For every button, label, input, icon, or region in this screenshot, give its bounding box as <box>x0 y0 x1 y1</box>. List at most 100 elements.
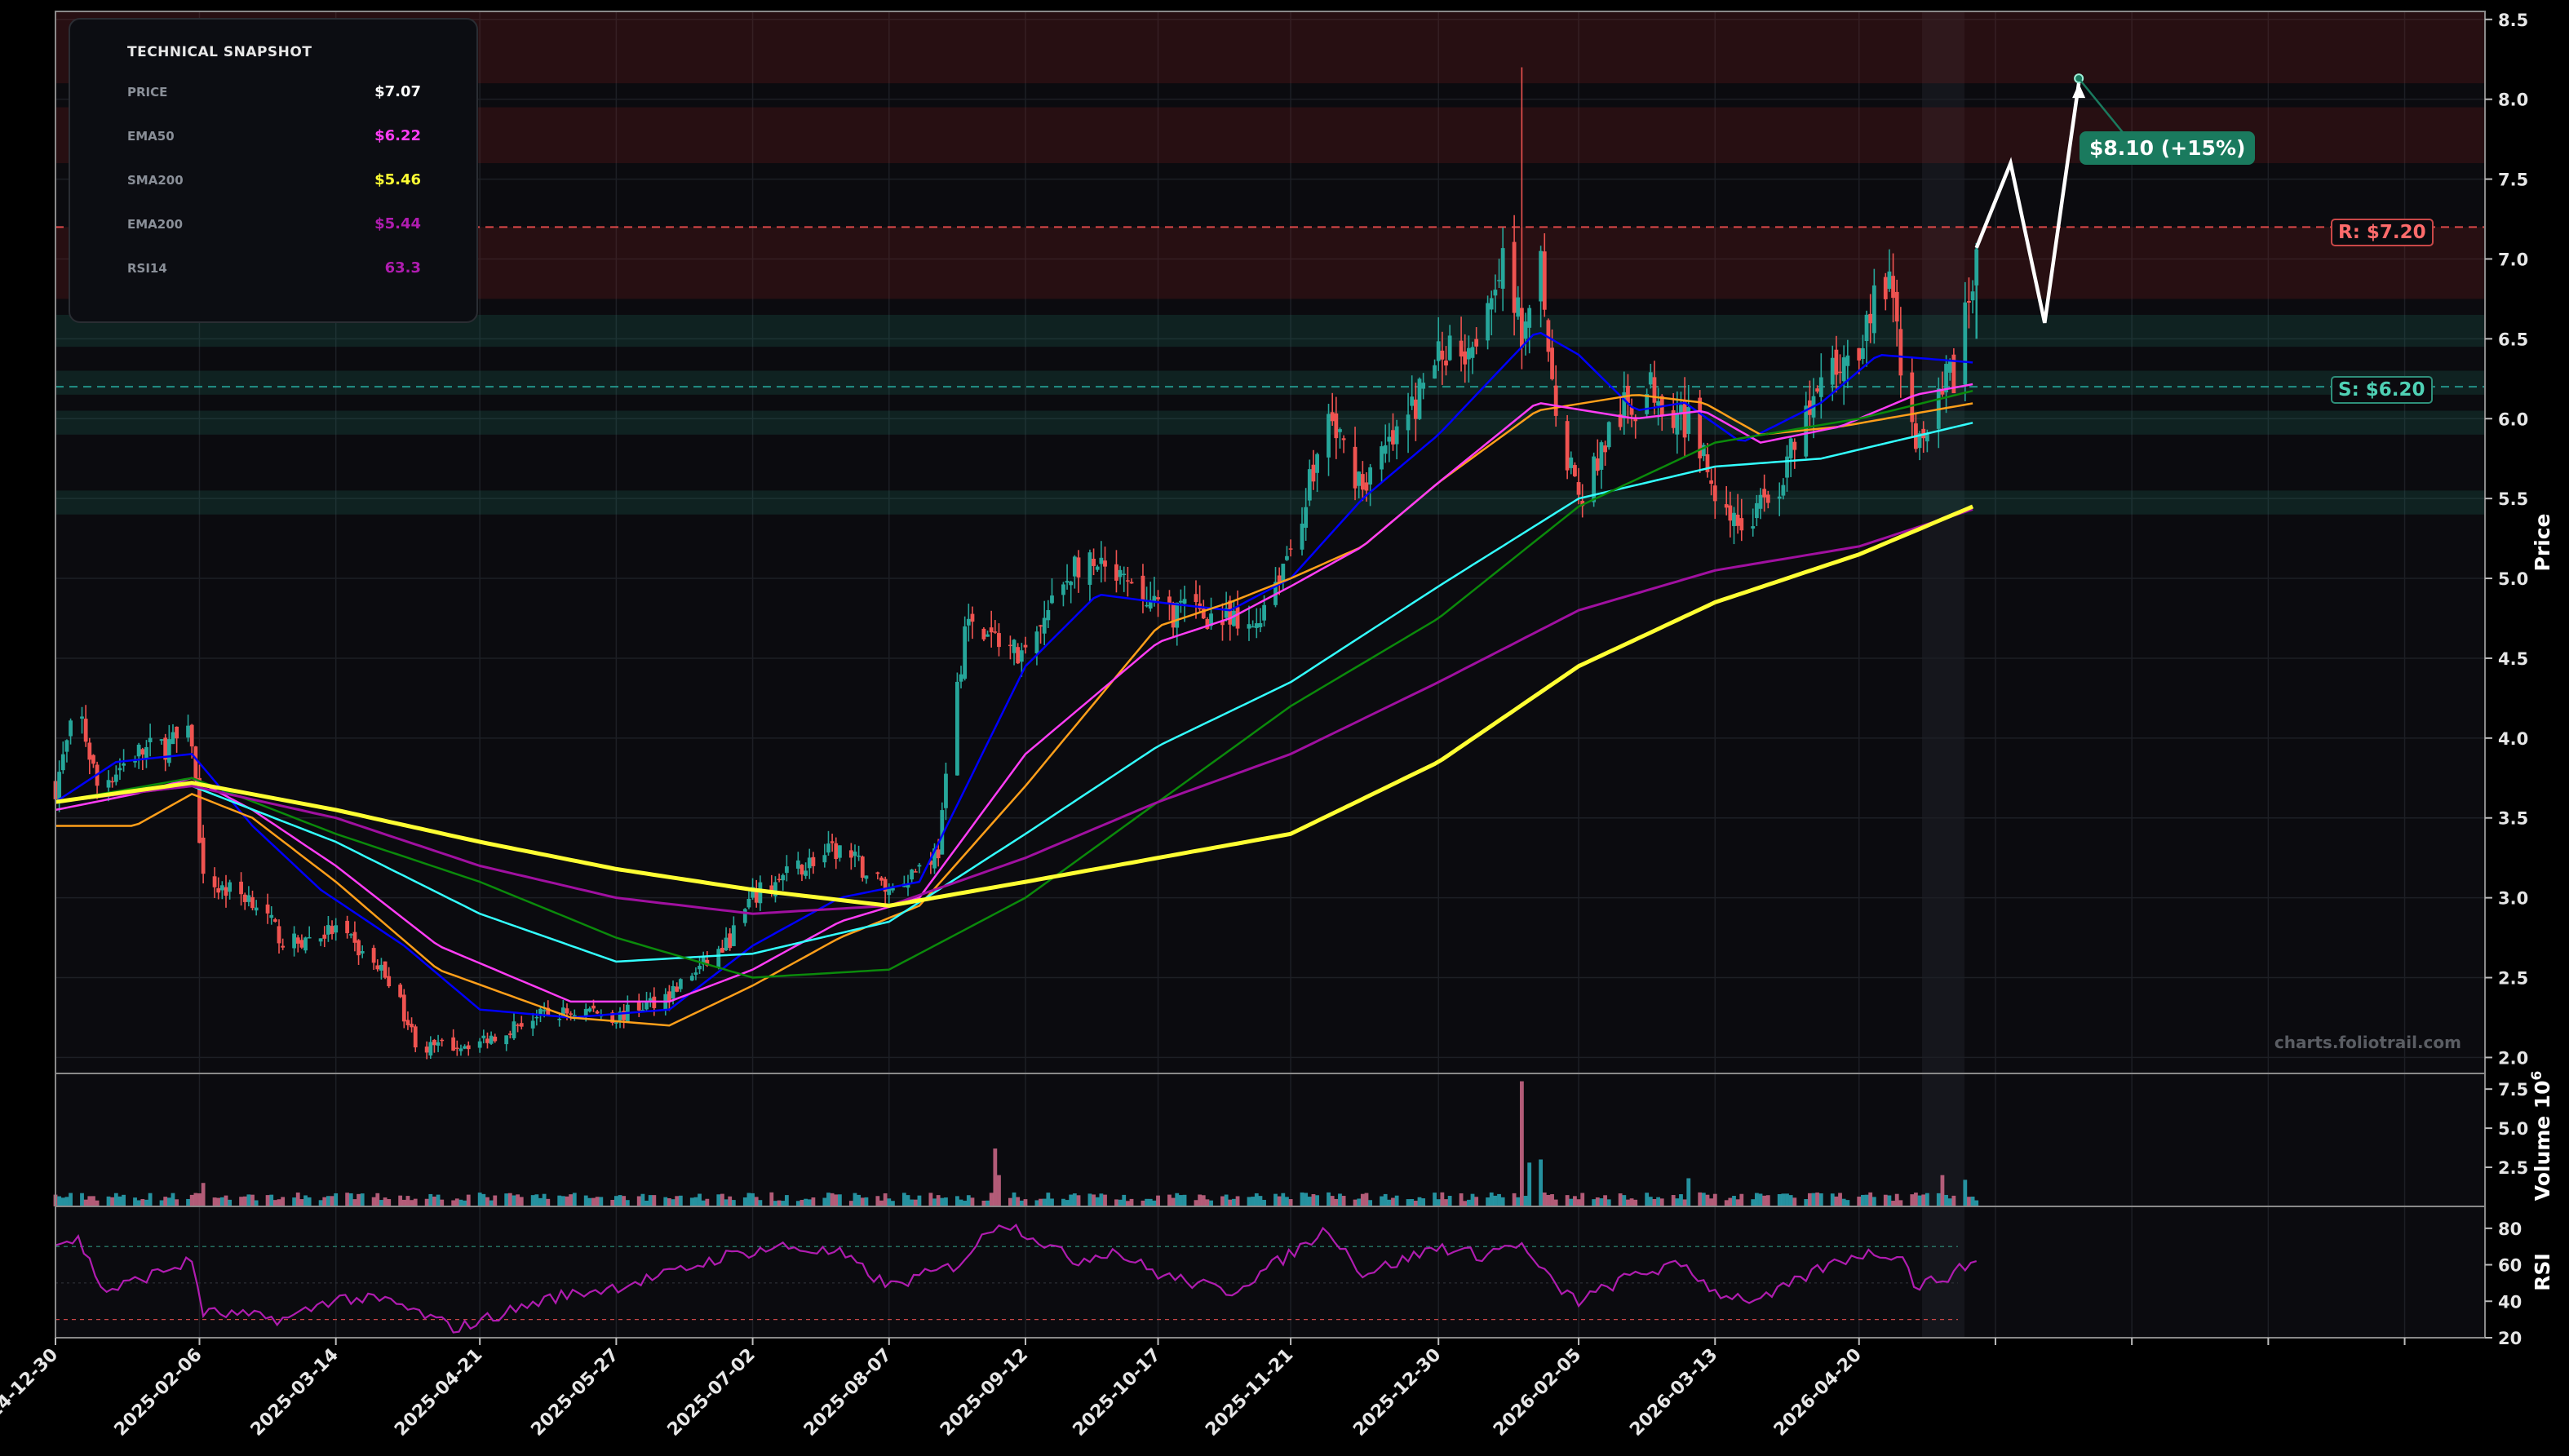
volume-bar <box>1034 1200 1039 1206</box>
volume-bar <box>110 1197 115 1206</box>
volume-bar <box>1368 1200 1373 1206</box>
volume-bar <box>1709 1198 1714 1206</box>
candle-body <box>398 985 403 998</box>
candle-body <box>193 746 198 781</box>
volume-bar <box>1380 1196 1384 1206</box>
snapshot-row-ema200: EMA200 $5.44 <box>127 215 421 238</box>
candle-body <box>1368 467 1373 485</box>
volume-bar <box>250 1194 255 1206</box>
volume-bar <box>163 1197 168 1206</box>
volume-bar <box>1118 1199 1123 1206</box>
candle-body <box>807 857 812 869</box>
candle-body <box>1940 391 1945 395</box>
candle-body <box>87 742 92 760</box>
date-tick-label: 2025-08-07 <box>800 1345 896 1441</box>
candle-body <box>1573 465 1577 476</box>
volume-bar <box>940 1197 945 1206</box>
volume-bar <box>853 1193 857 1206</box>
candle-body <box>1466 347 1471 360</box>
volume-bar <box>1072 1193 1077 1206</box>
candle-body <box>887 888 892 896</box>
volume-bar <box>754 1197 759 1206</box>
volume-bar <box>352 1199 357 1206</box>
price-axis-label: Price <box>2531 514 2554 572</box>
candle-body <box>804 870 808 876</box>
candle-body <box>1330 412 1335 422</box>
volume-bar <box>175 1199 179 1206</box>
volume-bar <box>565 1196 569 1206</box>
volume-bar <box>1652 1199 1657 1206</box>
candle-body <box>781 874 786 881</box>
candle-body <box>1341 438 1346 440</box>
volume-bar <box>1864 1194 1869 1206</box>
volume-bar <box>758 1200 763 1206</box>
volume-bar <box>117 1196 122 1206</box>
date-tick-label: 2026-02-05 <box>1490 1345 1585 1441</box>
candle-body <box>295 937 300 944</box>
candle-body <box>542 1010 547 1011</box>
volume-bar <box>917 1195 922 1206</box>
candle-body <box>565 1008 569 1014</box>
volume-bar <box>530 1195 535 1206</box>
volume-bar <box>1012 1192 1017 1206</box>
candle-body <box>970 613 975 622</box>
candle-body <box>1167 596 1172 604</box>
volume-bar <box>804 1198 808 1206</box>
candle-body <box>795 860 800 869</box>
volume-bar <box>458 1199 463 1206</box>
candle-body <box>1735 514 1740 526</box>
volume-bar <box>1307 1197 1312 1206</box>
volume-bar <box>1046 1193 1051 1206</box>
candle-body <box>1307 469 1312 501</box>
candle-body <box>1421 383 1426 389</box>
candle-body <box>1300 523 1304 550</box>
volume-bar <box>1857 1197 1862 1206</box>
candle-body <box>1417 378 1422 419</box>
volume-bar <box>1712 1193 1717 1206</box>
candle-body <box>360 951 365 954</box>
volume-bar <box>387 1199 392 1206</box>
volume-bar <box>1444 1199 1448 1206</box>
candle-body <box>1061 584 1065 595</box>
candle-body <box>1254 623 1259 628</box>
date-tick-label: 2025-12-30 <box>1349 1345 1445 1441</box>
volume-bar <box>1921 1194 1926 1206</box>
volume-bar <box>1008 1197 1012 1206</box>
candle-body <box>1327 414 1331 458</box>
candle-body <box>371 948 376 963</box>
candle-body <box>1516 297 1521 317</box>
volume-bar <box>1179 1195 1183 1206</box>
date-tick-label: 2025-10-17 <box>1070 1345 1165 1441</box>
candle-body <box>530 1020 535 1029</box>
volume-bar <box>966 1195 971 1206</box>
volume-bar <box>1762 1195 1767 1206</box>
volume-bar <box>1095 1197 1100 1206</box>
volume-bar <box>318 1200 323 1206</box>
volume-bar <box>171 1193 175 1206</box>
candle-body <box>1118 569 1123 578</box>
candle-body <box>1724 504 1729 508</box>
volume-bar <box>512 1195 516 1206</box>
volume-bar <box>1830 1193 1835 1206</box>
volume-bar <box>1925 1193 1929 1206</box>
volume-bar <box>1765 1195 1770 1206</box>
candle-body <box>731 925 736 946</box>
volume-bar <box>1315 1195 1319 1206</box>
volume-bar <box>1659 1198 1664 1206</box>
volume-bar <box>834 1194 839 1206</box>
volume-bar <box>1754 1193 1759 1206</box>
volume-bar <box>219 1197 224 1206</box>
candle-body <box>1947 361 1952 373</box>
candle-body <box>569 1013 574 1015</box>
volume-bar <box>1470 1193 1475 1206</box>
candle-body <box>1732 512 1736 526</box>
volume-bar <box>330 1196 334 1206</box>
volume-bar <box>1576 1199 1581 1206</box>
candle-body <box>1099 557 1104 564</box>
volume-bar <box>1433 1193 1437 1206</box>
candle-body <box>383 961 388 978</box>
volume-bar <box>1633 1199 1638 1206</box>
volume-bar <box>436 1194 441 1206</box>
volume-bar <box>1963 1179 1968 1206</box>
volume-bar <box>1834 1196 1839 1206</box>
